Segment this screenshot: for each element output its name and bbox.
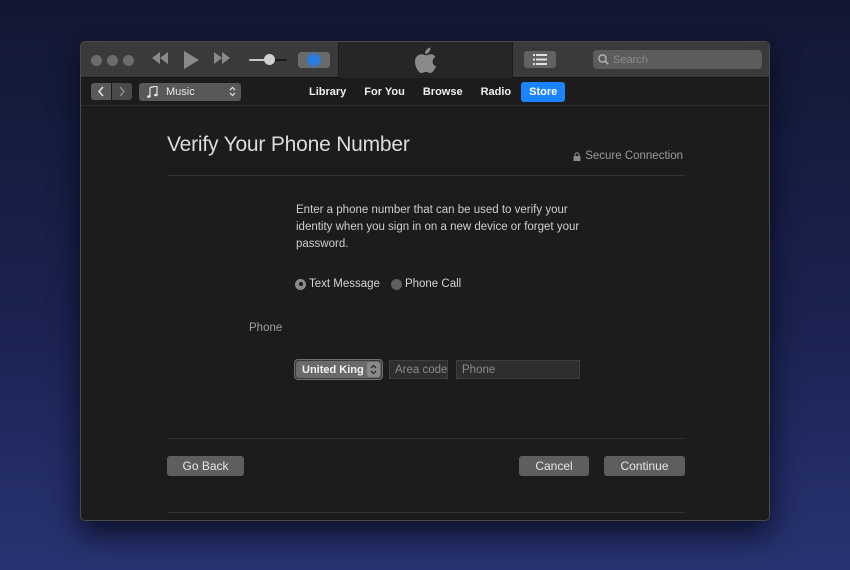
volume-knob[interactable] bbox=[264, 54, 275, 65]
tab-browse[interactable]: Browse bbox=[415, 82, 471, 102]
airplay-button[interactable] bbox=[298, 52, 330, 68]
play-button[interactable] bbox=[182, 50, 200, 70]
back-button[interactable] bbox=[91, 83, 111, 100]
secure-connection-label: Secure Connection bbox=[585, 150, 683, 162]
rewind-button[interactable] bbox=[150, 51, 170, 65]
radio-button[interactable] bbox=[390, 278, 402, 290]
airplay-icon bbox=[308, 54, 320, 66]
divider bbox=[167, 438, 685, 439]
verify-phone-page: Verify Your Phone Number Secure Connecti… bbox=[81, 107, 769, 520]
radio-phone-call[interactable]: Phone Call bbox=[390, 278, 462, 290]
lock-icon bbox=[573, 151, 581, 161]
forward-button[interactable] bbox=[112, 83, 132, 100]
phone-number-input[interactable] bbox=[456, 360, 580, 379]
radio-phone-call-label: Phone Call bbox=[404, 278, 462, 290]
apple-logo-icon bbox=[415, 47, 437, 73]
chevron-updown-icon bbox=[370, 364, 377, 375]
country-value: United Kingdom bbox=[302, 363, 364, 376]
divider bbox=[167, 175, 685, 176]
media-kind-label: Music bbox=[166, 86, 195, 98]
fast-forward-button[interactable] bbox=[212, 51, 232, 65]
music-note-icon bbox=[147, 86, 158, 98]
tab-radio[interactable]: Radio bbox=[473, 82, 520, 102]
navigation-bar: Music Library For You Browse Radio Store bbox=[81, 78, 769, 106]
fast-forward-icon bbox=[214, 52, 230, 64]
country-select-inner: United Kingdom bbox=[296, 361, 381, 378]
tab-store[interactable]: Store bbox=[521, 82, 566, 102]
verification-method-group: Text Message Phone Call bbox=[295, 278, 472, 290]
area-code-input[interactable] bbox=[389, 360, 448, 379]
go-back-button[interactable]: Go Back bbox=[167, 456, 244, 476]
page-title: Verify Your Phone Number bbox=[167, 133, 410, 156]
up-next-button[interactable] bbox=[524, 51, 556, 68]
radio-button-selected[interactable] bbox=[295, 278, 306, 290]
itunes-window: Music Library For You Browse Radio Store… bbox=[80, 41, 770, 521]
zoom-window-button[interactable] bbox=[123, 55, 134, 66]
radio-text-message-label: Text Message bbox=[309, 278, 380, 290]
cancel-button[interactable]: Cancel bbox=[519, 456, 589, 476]
chevron-updown-icon bbox=[229, 86, 236, 97]
volume-slider[interactable] bbox=[249, 54, 287, 66]
rewind-icon bbox=[152, 52, 168, 64]
lcd-display bbox=[338, 42, 513, 78]
play-icon bbox=[184, 51, 199, 69]
divider bbox=[167, 512, 685, 513]
minimize-window-button[interactable] bbox=[107, 55, 118, 66]
search-icon bbox=[598, 54, 609, 65]
chevron-right-icon bbox=[119, 86, 126, 97]
secure-connection-indicator: Secure Connection bbox=[573, 150, 683, 162]
chevron-left-icon bbox=[97, 86, 104, 97]
tab-for-you[interactable]: For You bbox=[356, 82, 413, 102]
media-kind-select[interactable]: Music bbox=[139, 83, 241, 101]
toolbar bbox=[81, 42, 769, 78]
section-tabs: Library For You Browse Radio Store bbox=[301, 82, 567, 102]
intro-text: Enter a phone number that can be used to… bbox=[296, 204, 580, 250]
country-select[interactable]: United Kingdom bbox=[294, 359, 383, 380]
phone-label: Phone bbox=[249, 322, 283, 334]
search-box[interactable] bbox=[593, 50, 762, 69]
radio-text-message[interactable]: Text Message bbox=[295, 278, 380, 290]
continue-button[interactable]: Continue bbox=[604, 456, 685, 476]
list-icon bbox=[533, 54, 547, 65]
close-window-button[interactable] bbox=[91, 55, 102, 66]
search-input[interactable] bbox=[613, 53, 753, 66]
country-stepper[interactable] bbox=[367, 362, 380, 377]
tab-library[interactable]: Library bbox=[301, 82, 354, 102]
